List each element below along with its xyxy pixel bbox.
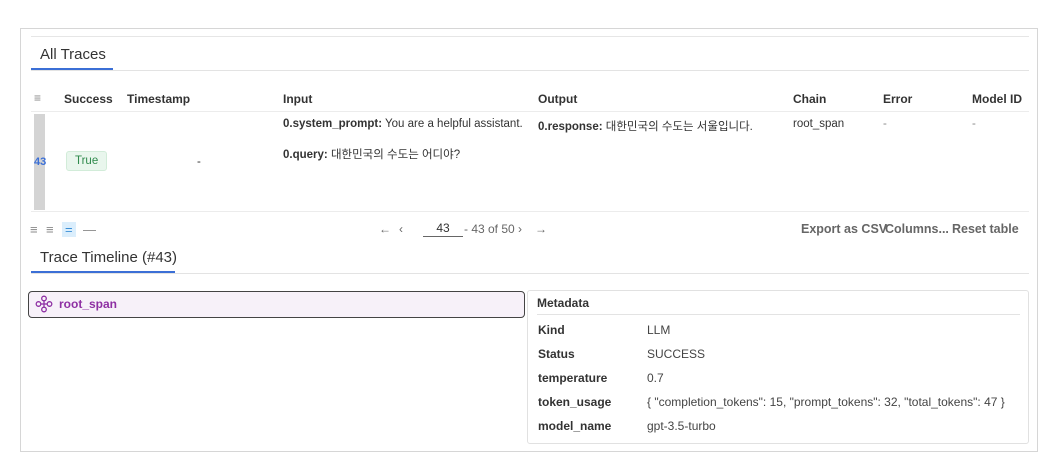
last-page-button[interactable]: → bbox=[535, 222, 547, 236]
divider bbox=[31, 36, 1029, 37]
input-query-value: 대한민국의 수도는 어디야? bbox=[327, 149, 461, 161]
divider bbox=[31, 273, 1029, 274]
page-number-input[interactable] bbox=[423, 220, 463, 237]
metadata-value: LLM bbox=[647, 323, 671, 337]
span-node-icon bbox=[35, 295, 53, 318]
span-name: root_span bbox=[59, 297, 118, 311]
reset-table-button[interactable]: Reset table bbox=[952, 222, 1019, 236]
output-response: 0.response: 대한민국의 수도는 서울입니다. bbox=[538, 118, 753, 134]
metadata-key: temperature bbox=[538, 371, 608, 385]
metadata-key: model_name bbox=[538, 419, 612, 433]
metadata-panel: Metadata Kind LLM Status SUCCESS tempera… bbox=[527, 290, 1029, 444]
input-query-key: 0.query: bbox=[283, 149, 328, 161]
input-system-key: 0.system_prompt: bbox=[283, 118, 383, 130]
density-standard-icon[interactable]: ≡ bbox=[46, 222, 54, 237]
filter-icon[interactable]: ≡ bbox=[34, 91, 41, 105]
input-system-value: You are a helpful assistant. bbox=[382, 118, 523, 130]
export-csv-button[interactable]: Export as CSV bbox=[801, 222, 887, 236]
tab-trace-timeline[interactable]: Trace Timeline (#43) bbox=[40, 249, 177, 266]
divider bbox=[537, 314, 1020, 315]
metadata-value: 0.7 bbox=[647, 371, 664, 385]
metadata-value: SUCCESS bbox=[647, 347, 706, 361]
column-header-error[interactable]: Error bbox=[883, 92, 912, 106]
column-header-model-id[interactable]: Model ID bbox=[972, 92, 1022, 106]
error-cell: - bbox=[883, 118, 887, 130]
metadata-value: { "completion_tokens": 15, "prompt_token… bbox=[647, 395, 1005, 409]
tab-all-traces[interactable]: All Traces bbox=[40, 46, 106, 63]
column-header-timestamp[interactable]: Timestamp bbox=[127, 92, 190, 106]
metadata-key: Kind bbox=[538, 323, 565, 337]
divider bbox=[31, 70, 1029, 71]
divider bbox=[31, 211, 1029, 212]
columns-button[interactable]: Columns... bbox=[885, 222, 949, 236]
row-id[interactable]: 43 bbox=[34, 156, 46, 168]
timestamp-cell: - bbox=[197, 156, 201, 168]
column-header-input[interactable]: Input bbox=[283, 92, 312, 106]
trace-viewer: All Traces ≡ Success Timestamp Input Out… bbox=[20, 28, 1038, 452]
column-header-success[interactable]: Success bbox=[64, 92, 113, 106]
metadata-value: gpt-3.5-turbo bbox=[647, 419, 716, 433]
model-id-cell: - bbox=[972, 118, 976, 130]
page-range: - 43 of 50 bbox=[464, 222, 515, 236]
first-page-button[interactable]: ← bbox=[379, 222, 391, 236]
column-header-chain[interactable]: Chain bbox=[793, 92, 826, 106]
metadata-key: token_usage bbox=[538, 395, 612, 409]
density-comfortable-icon[interactable]: = bbox=[62, 222, 76, 237]
output-value: 대한민국의 수도는 서울입니다. bbox=[602, 121, 753, 133]
output-key: 0.response: bbox=[538, 121, 603, 133]
input-system-prompt: 0.system_prompt: You are a helpful assis… bbox=[283, 118, 523, 130]
density-minimal-icon[interactable]: — bbox=[83, 222, 96, 237]
span-root[interactable]: root_span bbox=[28, 291, 525, 318]
next-page-button[interactable]: › bbox=[518, 222, 522, 236]
column-header-output[interactable]: Output bbox=[538, 92, 577, 106]
input-query: 0.query: 대한민국의 수도는 어디야? bbox=[283, 146, 460, 162]
metadata-title: Metadata bbox=[537, 296, 590, 310]
chain-cell: root_span bbox=[793, 118, 845, 130]
previous-page-button[interactable]: ‹ bbox=[399, 222, 403, 236]
divider bbox=[31, 111, 1029, 112]
metadata-key: Status bbox=[538, 347, 575, 361]
density-compact-icon[interactable]: ≡ bbox=[30, 222, 38, 237]
success-badge: True bbox=[66, 151, 108, 171]
